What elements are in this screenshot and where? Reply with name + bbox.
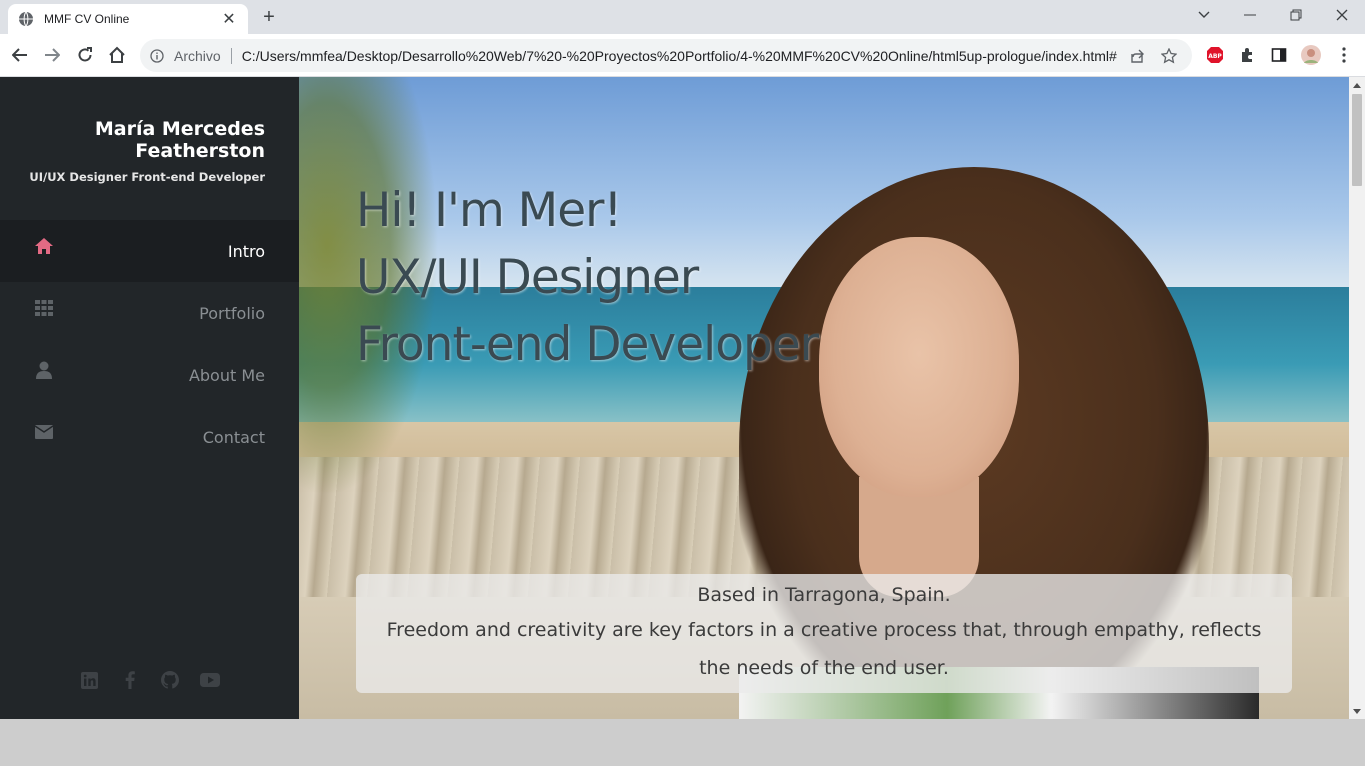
sidebar: María Mercedes Featherston UI/UX Designe…: [0, 77, 299, 719]
scroll-down-icon[interactable]: [1349, 703, 1365, 719]
hero-photo-face: [819, 237, 1019, 497]
share-icon[interactable]: [1124, 43, 1150, 69]
linkedin-icon[interactable]: [80, 670, 100, 690]
nav-label-about-me: About Me: [188, 365, 265, 385]
intro-info-box: Based in Tarragona, Spain. Freedom and c…: [356, 574, 1292, 693]
tab-strip: MMF CV Online ✕ +: [0, 0, 1365, 34]
description-text: Freedom and creativity are key factors i…: [386, 619, 1262, 679]
hero-headline: Hi! I'm Mer! UX/UI Designer Front-end De…: [356, 177, 819, 378]
close-window-icon[interactable]: [1319, 0, 1365, 30]
back-icon[interactable]: [6, 41, 34, 69]
bookmark-star-icon[interactable]: [1156, 43, 1182, 69]
adblock-icon[interactable]: ABP: [1201, 41, 1229, 69]
url-scheme-label: Archivo: [174, 47, 232, 64]
restore-icon[interactable]: [1273, 0, 1319, 30]
hero-section: Hi! I'm Mer! UX/UI Designer Front-end De…: [299, 77, 1349, 719]
scroll-up-icon[interactable]: [1349, 77, 1365, 93]
headline-line-1: Hi! I'm Mer!: [356, 183, 622, 238]
scrollbar-thumb[interactable]: [1352, 94, 1362, 186]
globe-icon: [18, 11, 34, 27]
nav-label-portfolio: Portfolio: [199, 303, 265, 323]
info-icon[interactable]: [150, 48, 166, 64]
nav-label-contact: Contact: [202, 427, 265, 447]
grid-icon: [34, 298, 54, 318]
nav-item-about-me[interactable]: About Me: [0, 344, 299, 406]
tab-search-icon[interactable]: [1181, 0, 1227, 30]
url-text[interactable]: C:/Users/mmfea/Desktop/Desarrollo%20Web/…: [242, 48, 1118, 64]
new-tab-button[interactable]: +: [258, 6, 280, 28]
profile-subtitle: UI/UX Designer Front-end Developer: [29, 170, 265, 184]
side-panel-icon[interactable]: [1265, 41, 1293, 69]
address-bar[interactable]: Archivo C:/Users/mmfea/Desktop/Desarroll…: [140, 39, 1192, 72]
nav-item-contact[interactable]: Contact: [0, 406, 299, 468]
facebook-icon[interactable]: [120, 670, 140, 690]
nav-item-intro[interactable]: Intro: [0, 220, 299, 282]
forward-icon[interactable]: [38, 41, 66, 69]
reload-icon[interactable]: [71, 41, 99, 69]
github-icon[interactable]: [160, 670, 180, 690]
social-links: [0, 670, 299, 690]
tab-title: MMF CV Online: [44, 12, 130, 26]
envelope-icon: [34, 422, 54, 442]
minimize-icon[interactable]: [1227, 0, 1273, 30]
nav-item-portfolio[interactable]: Portfolio: [0, 282, 299, 344]
browser-toolbar: Archivo C:/Users/mmfea/Desktop/Desarroll…: [0, 34, 1365, 77]
location-text: Based in Tarragona, Spain.: [697, 584, 951, 606]
home-icon: [34, 236, 54, 256]
menu-kebab-icon[interactable]: [1330, 41, 1358, 69]
profile-avatar[interactable]: [1297, 41, 1325, 69]
sidebar-nav: Intro Portfolio About Me Contact: [0, 220, 299, 468]
profile-name: María Mercedes Featherston: [94, 118, 265, 162]
nav-label-intro: Intro: [227, 241, 265, 261]
web-page: María Mercedes Featherston UI/UX Designe…: [0, 77, 1349, 719]
page-scrollbar[interactable]: [1349, 77, 1365, 719]
youtube-icon[interactable]: [199, 670, 220, 690]
svg-text:ABP: ABP: [1208, 53, 1222, 60]
headline-line-3: Front-end Developer: [356, 317, 819, 372]
extensions-icon[interactable]: [1233, 41, 1261, 69]
user-icon: [34, 360, 54, 380]
tab-close-icon[interactable]: ✕: [220, 11, 238, 27]
headline-line-2: UX/UI Designer: [356, 250, 699, 305]
home-button-icon[interactable]: [103, 41, 131, 69]
tab-mmf-cv-online[interactable]: MMF CV Online ✕: [8, 4, 248, 34]
